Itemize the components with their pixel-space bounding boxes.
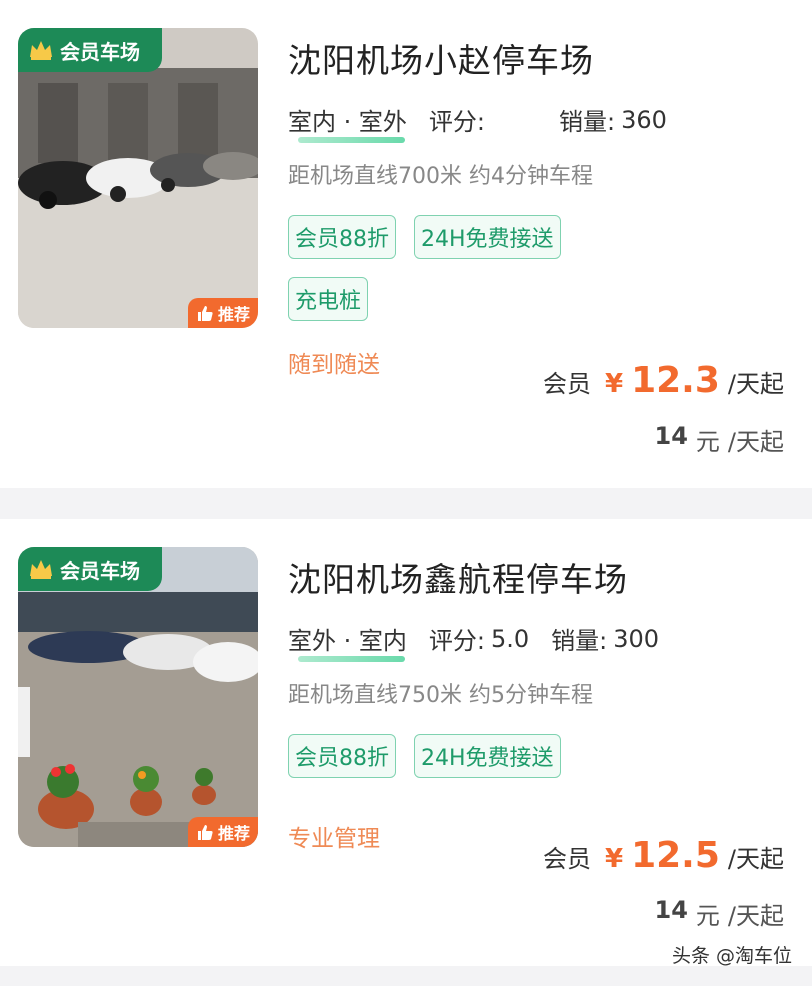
sales-value: 360 — [621, 105, 667, 134]
rating-label: 评分: — [428, 627, 485, 655]
member-price-row: 会员 ¥ 12.3 /天起 — [543, 360, 784, 401]
distance-info: 距机场直线700米 约4分钟车程 — [288, 164, 593, 189]
original-price: 14 — [654, 896, 688, 924]
parking-lot-title[interactable]: 沈阳机场鑫航程停车场 — [288, 553, 628, 601]
yen-symbol: ¥ — [604, 844, 624, 874]
feature-tag: 会员88折 — [288, 215, 396, 259]
distance-info: 距机场直线750米 约5分钟车程 — [288, 683, 593, 708]
lot-meta-row: 室内 · 室外 评分: 销量: 360 — [288, 102, 667, 143]
thumbs-up-icon — [197, 306, 213, 321]
member-lot-label: 会员车场 — [60, 39, 140, 64]
lot-type: 室外 · 室内 — [288, 621, 407, 662]
member-price: 12.3 — [631, 360, 720, 401]
sales-label: 销量: — [551, 627, 608, 655]
original-price-row: 14 元 /天起 — [655, 422, 785, 457]
original-price-currency: 元 — [695, 428, 720, 456]
member-price-label: 会员 — [542, 370, 591, 398]
price-unit: /天起 — [727, 845, 784, 873]
original-price: 14 — [654, 422, 688, 450]
recommend-badge: 推荐 — [187, 298, 258, 328]
service-slogan: 专业管理 — [288, 826, 380, 852]
feature-tag: 24H免费接送 — [414, 215, 561, 259]
original-price-row: 14 元 /天起 — [655, 896, 785, 931]
feature-tag: 充电桩 — [288, 277, 369, 321]
price-unit: /天起 — [727, 370, 784, 398]
feature-tag: 会员88折 — [288, 734, 396, 778]
original-price-unit: /天起 — [727, 902, 784, 930]
member-price-row: 会员 ¥ 12.5 /天起 — [543, 835, 784, 876]
feature-tags: 会员88折 24H免费接送 — [288, 734, 608, 778]
parking-lot-photo[interactable]: 会员车场 推荐 — [18, 547, 258, 847]
rating-value: 5.0 — [490, 624, 530, 653]
feature-tags: 会员88折 24H免费接送 充电桩 — [288, 215, 608, 321]
feature-tag: 24H免费接送 — [414, 734, 561, 778]
original-price-currency: 元 — [695, 902, 720, 930]
member-lot-label: 会员车场 — [60, 558, 140, 583]
yen-symbol: ¥ — [604, 369, 624, 399]
member-lot-badge: 会员车场 — [18, 28, 162, 72]
parking-lot-card[interactable]: 会员车场 推荐 沈阳机场小赵停车场 室内 · 室外 评分: 销量: 360 距机… — [0, 0, 812, 488]
rating-label: 评分: — [428, 108, 485, 136]
source-watermark: 头条 @淘车位 — [671, 945, 792, 967]
crown-icon — [30, 41, 52, 60]
member-price: 12.5 — [631, 835, 720, 876]
recommend-label: 推荐 — [217, 305, 250, 324]
recommend-badge: 推荐 — [187, 817, 258, 847]
parking-lot-card[interactable]: 会员车场 推荐 沈阳机场鑫航程停车场 室外 · 室内 评分: 5.0 销量: 3… — [0, 519, 812, 966]
lot-type: 室内 · 室外 — [288, 102, 407, 143]
parking-lot-photo[interactable]: 会员车场 推荐 — [18, 28, 258, 328]
parking-lot-title[interactable]: 沈阳机场小赵停车场 — [288, 34, 594, 82]
parking-photo-image — [18, 547, 258, 847]
member-price-label: 会员 — [542, 845, 591, 873]
original-price-unit: /天起 — [727, 428, 784, 456]
member-lot-badge: 会员车场 — [18, 547, 162, 591]
parking-photo-image — [18, 28, 258, 328]
recommend-label: 推荐 — [217, 824, 250, 843]
sales-label: 销量: — [558, 108, 616, 136]
thumbs-up-icon — [197, 825, 213, 840]
crown-icon — [30, 560, 52, 579]
sales-value: 300 — [613, 624, 660, 653]
service-slogan: 随到随送 — [288, 352, 380, 378]
lot-meta-row: 室外 · 室内 评分: 5.0 销量: 300 — [288, 621, 660, 662]
